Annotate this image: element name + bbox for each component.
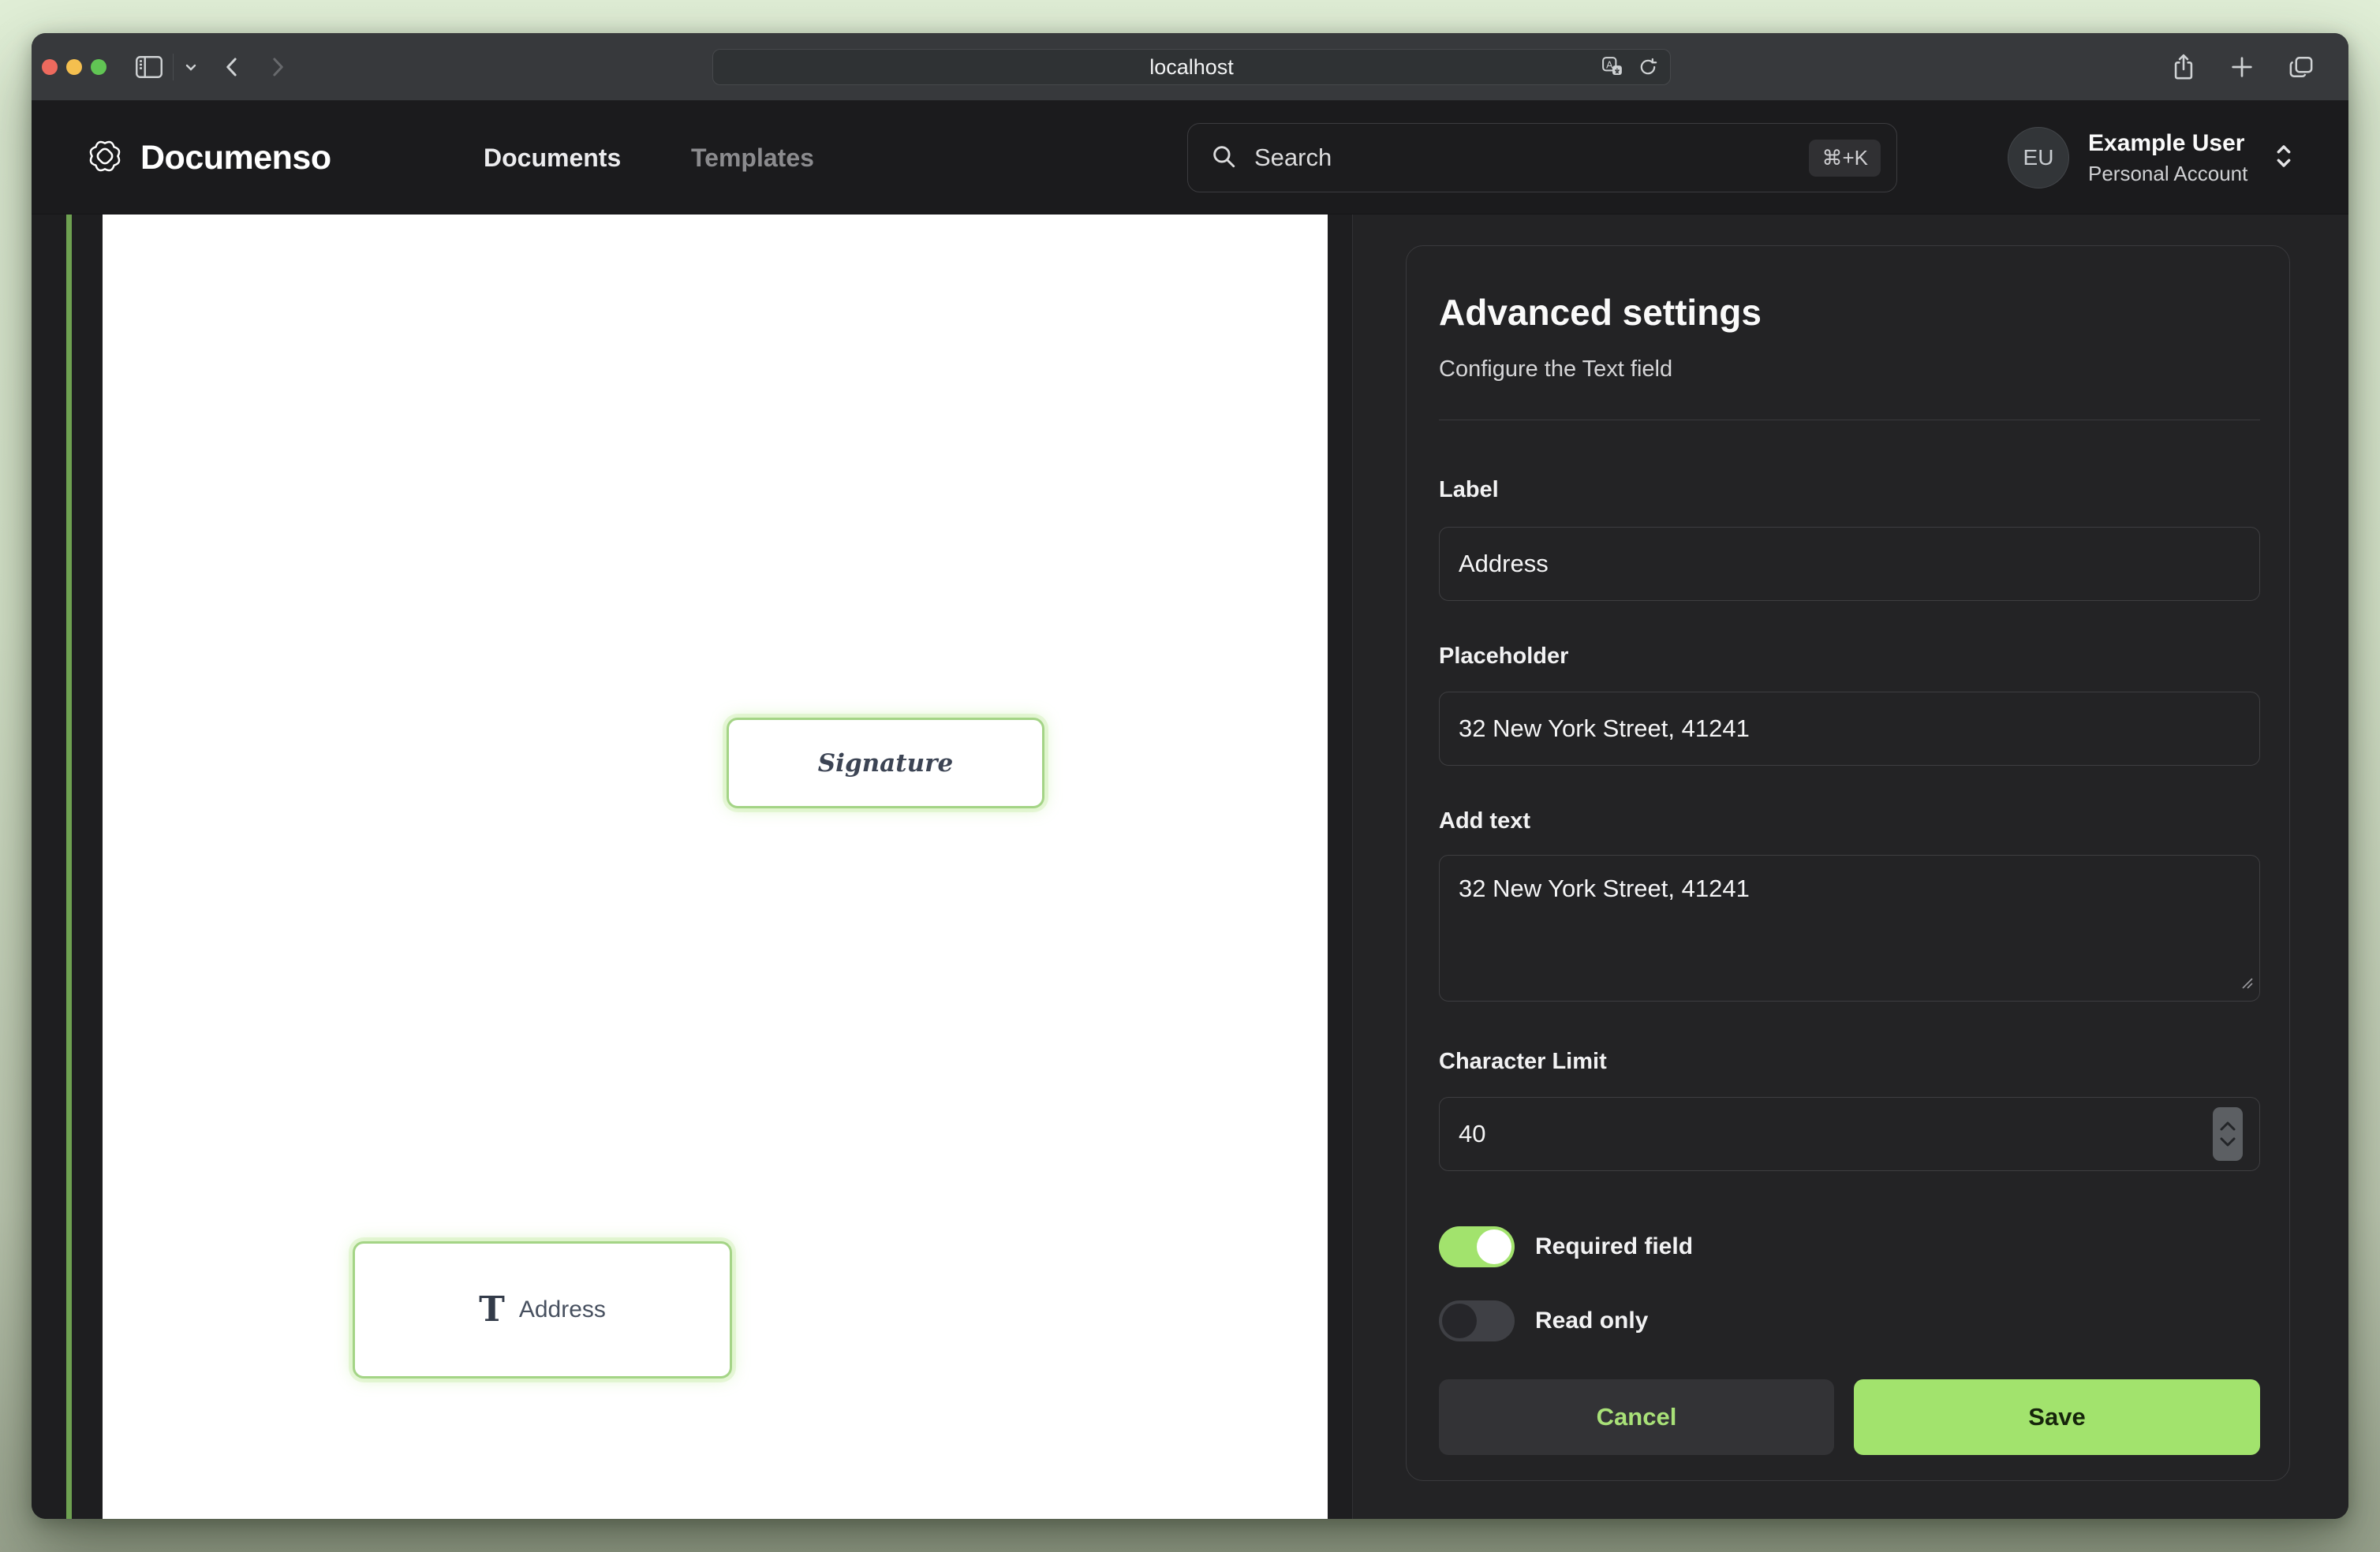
- forward-icon[interactable]: [265, 54, 289, 80]
- character-limit-input[interactable]: [1439, 1097, 2260, 1171]
- read-only-label: Read only: [1535, 1308, 1648, 1334]
- read-only-toggle[interactable]: [1439, 1300, 1515, 1341]
- add-text-field-label: Add text: [1439, 808, 2260, 834]
- user-name: Example User: [2088, 130, 2247, 157]
- required-field-toggle[interactable]: [1439, 1226, 1515, 1267]
- sidebar-toggle-icon[interactable]: [135, 55, 163, 79]
- toggle-knob: [1442, 1304, 1477, 1338]
- brand-name: Documenso: [140, 139, 331, 177]
- tab-overview-icon[interactable]: [2287, 54, 2315, 80]
- url-text: localhost: [713, 50, 1670, 84]
- share-icon[interactable]: [2170, 52, 2197, 82]
- settings-pane: Advanced settings Configure the Text fie…: [1353, 215, 2348, 1519]
- save-button[interactable]: Save: [1854, 1379, 2260, 1455]
- traffic-lights: [42, 59, 106, 75]
- close-window-button[interactable]: [42, 59, 58, 75]
- document-page: Signature T Address: [103, 215, 1328, 1519]
- search-shortcut-badge: ⌘+K: [1809, 140, 1881, 177]
- signature-field[interactable]: Signature: [727, 718, 1044, 808]
- stepper-down-icon: [2219, 1136, 2236, 1147]
- address-bar[interactable]: localhost A: [712, 49, 1671, 85]
- app-header: Documenso Documents Templates Search ⌘+K…: [32, 101, 2348, 215]
- nav-templates[interactable]: Templates: [691, 101, 814, 215]
- advanced-settings-card: Advanced settings Configure the Text fie…: [1406, 245, 2290, 1481]
- documenso-badge-icon: [85, 136, 125, 180]
- toggle-knob: [1477, 1229, 1511, 1264]
- minimize-window-button[interactable]: [66, 59, 82, 75]
- page-scroll-indicator: [66, 215, 72, 1519]
- user-menu[interactable]: EU Example User Personal Account: [2008, 101, 2296, 215]
- text-field-address[interactable]: T Address: [353, 1241, 732, 1379]
- placeholder-field-label: Placeholder: [1439, 644, 2260, 670]
- required-field-label: Required field: [1535, 1233, 1693, 1260]
- number-stepper[interactable]: [2213, 1107, 2243, 1161]
- chevron-down-icon[interactable]: [181, 58, 200, 76]
- svg-text:A: A: [1606, 59, 1613, 70]
- signature-field-label: Signature: [818, 749, 953, 778]
- text-type-icon: T: [479, 1293, 505, 1327]
- browser-toolbar: localhost A: [32, 33, 2348, 101]
- panel-title: Advanced settings: [1439, 290, 2260, 334]
- zoom-window-button[interactable]: [91, 59, 106, 75]
- back-icon[interactable]: [221, 54, 245, 80]
- search-input[interactable]: Search ⌘+K: [1187, 123, 1897, 192]
- search-placeholder: Search: [1254, 144, 1809, 172]
- label-field-label: Label: [1439, 477, 2260, 503]
- brand[interactable]: Documenso: [85, 101, 331, 215]
- avatar: EU: [2008, 127, 2069, 188]
- panel-subtitle: Configure the Text field: [1439, 355, 2260, 383]
- character-limit-label: Character Limit: [1439, 1049, 2260, 1075]
- text-field-label: Address: [519, 1296, 606, 1323]
- user-account: Personal Account: [2088, 162, 2247, 186]
- search-icon: [1210, 143, 1237, 173]
- placeholder-input[interactable]: [1439, 692, 2260, 766]
- label-input[interactable]: [1439, 527, 2260, 601]
- nav-documents[interactable]: Documents: [484, 101, 621, 215]
- add-text-textarea[interactable]: 32 New York Street, 41241: [1439, 855, 2260, 1002]
- toolbar-divider: [173, 54, 174, 80]
- stepper-up-icon: [2219, 1121, 2236, 1132]
- translate-icon[interactable]: A: [1601, 55, 1624, 79]
- reload-icon[interactable]: [1637, 56, 1659, 78]
- browser-window: localhost A: [32, 33, 2348, 1519]
- resize-handle-icon[interactable]: [2238, 974, 2254, 994]
- document-pane: Signature T Address: [32, 215, 1352, 1519]
- cancel-button[interactable]: Cancel: [1439, 1379, 1834, 1455]
- new-tab-icon[interactable]: [2229, 54, 2255, 80]
- chevrons-up-down-icon: [2271, 140, 2296, 176]
